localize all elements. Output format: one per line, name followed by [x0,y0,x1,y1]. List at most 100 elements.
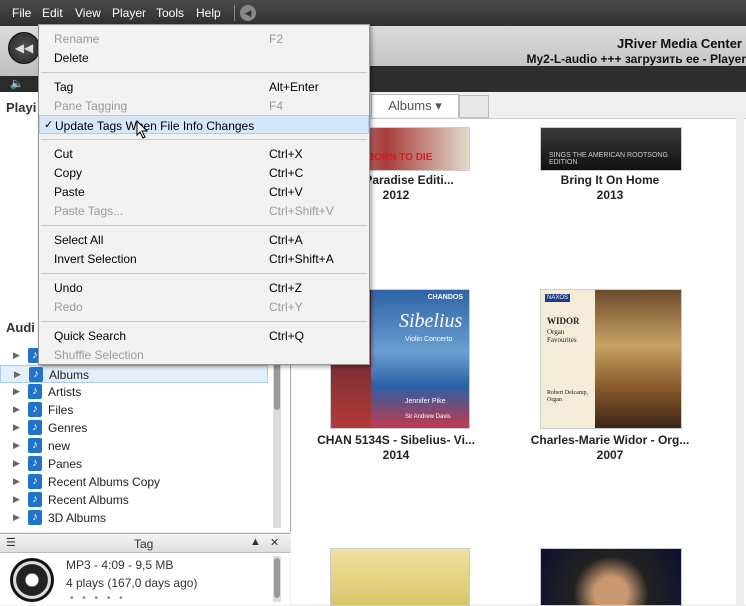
menu-item[interactable]: Pane TaggingF4 [39,96,369,115]
tag-scroll-thumb[interactable] [274,558,280,598]
menu-item[interactable]: CutCtrl+X [39,144,369,163]
menu-item[interactable]: Delete [39,48,369,67]
menu-item-shortcut: Ctrl+Z [269,281,302,295]
audio-header: Audi [6,320,35,335]
tree-item[interactable]: ▶♪Files [0,401,268,419]
menu-item-label: Delete [54,51,89,65]
tag-pane-header: ☰ Tag ▲ ✕ [0,534,290,553]
menu-view[interactable]: View [75,6,101,20]
music-note-icon: ♪ [28,384,42,399]
menu-item-label: Update Tags When File Info Changes [55,119,254,133]
album-cover[interactable] [540,548,682,606]
tree-item[interactable]: ▶ ♪ 3D Albums [0,509,268,527]
album-title[interactable]: Charles-Marie Widor - Org... [522,433,698,447]
rating-dots[interactable]: • • • • • [70,593,126,604]
tree-item[interactable]: ▶♪Recent Albums [0,491,268,509]
content-scrollbar[interactable] [736,118,744,604]
cover-brand: NAXOS [545,294,570,302]
menu-item[interactable]: UndoCtrl+Z [39,278,369,297]
tree-item[interactable]: ▶♪Panes [0,455,268,473]
menu-player[interactable]: Player [112,6,146,20]
menu-tools[interactable]: Tools [156,6,184,20]
expand-arrow-icon[interactable]: ▶ [13,422,20,433]
track-plays-info: 4 plays (167,0 days ago) [66,576,197,590]
cover-organ-image [595,290,681,428]
tree-item[interactable]: ▶♪Albums [0,365,268,383]
expand-arrow-icon[interactable]: ▶ [13,512,20,523]
track-format-info: MP3 - 4:09 - 9,5 MB [66,558,173,572]
menu-edit[interactable]: Edit [42,6,63,20]
menu-item-label: Pane Tagging [54,99,127,113]
album-title[interactable]: CHAN 5134S - Sibelius- Vi... [304,433,488,447]
tree-item-label: Recent Albums [48,493,129,507]
menu-separator [41,139,367,140]
expand-arrow-icon[interactable]: ▶ [13,440,20,451]
menu-item-label: Select All [54,233,103,247]
menu-item[interactable]: Select All Ctrl+A [39,230,369,249]
tag-pane-title: Tag [134,537,153,551]
menu-item-shortcut: Ctrl+A [269,233,303,247]
collapse-icon[interactable]: ▲ [250,536,261,548]
music-note-icon: ♪ [28,510,42,525]
menu-item-label: Cut [54,147,73,161]
menu-item[interactable]: Invert SelectionCtrl+Shift+A [39,249,369,268]
now-playing-text: My2-L-audio +++ загрузить ее - Player [527,52,746,66]
expand-arrow-icon[interactable]: ▶ [13,494,20,505]
expand-arrow-icon[interactable]: ▶ [14,369,21,380]
menu-icon[interactable]: ☰ [6,536,16,549]
menu-item-label: Shuffle Selection [54,348,144,362]
menu-item[interactable]: Redo Ctrl+Y [39,297,369,316]
tag-scrollbar[interactable] [273,556,281,602]
menu-item[interactable]: Paste Tags...Ctrl+Shift+V [39,201,369,220]
menu-item[interactable]: RenameF2 [39,29,369,48]
album-cover[interactable]: SINGS THE AMERICAN ROOTSONG EDITION [540,127,682,171]
menu-item[interactable]: CopyCtrl+C [39,163,369,182]
tree-item[interactable]: ▶♪Recent Albums Copy [0,473,268,491]
tree-item-label: 3D Albums [48,511,106,525]
menu-item[interactable]: Quick SearchCtrl+Q [39,326,369,345]
tree-item-label: Panes [48,457,82,471]
cover-conductor: Sir Andrew Davis [405,414,451,420]
expand-arrow-icon[interactable]: ▶ [13,350,20,361]
menu-item-shortcut: Alt+Enter [269,80,319,94]
menu-item[interactable]: TagAlt+Enter [39,77,369,96]
menu-item-shortcut: Ctrl+Y [269,300,303,314]
menu-help[interactable]: Help [196,6,221,20]
menu-item[interactable]: PasteCtrl+V [39,182,369,201]
menu-item-label: Redo [54,300,83,314]
menu-item[interactable]: Shuffle Selection [39,345,369,364]
tree-item[interactable]: ▶♪Genres [0,419,268,437]
album-cover[interactable] [330,548,470,606]
cover-text: Sibelius [399,310,462,333]
album-year: 2014 [304,448,488,462]
music-note-icon: ♪ [28,438,42,453]
app-title: JRiver Media Center [617,36,742,51]
rewind-button[interactable]: ◀◀ [8,32,40,64]
album-cover[interactable]: NAXOS WIDOR Organ Favourites Robert Delc… [540,289,682,429]
expand-arrow-icon[interactable]: ▶ [13,476,20,487]
menu-bar: File Edit View Player Tools Help ◀ [0,0,746,26]
menu-file[interactable]: File [12,6,31,20]
expand-arrow-icon[interactable]: ▶ [13,404,20,415]
tree-item-label: new [48,439,70,453]
expand-arrow-icon[interactable]: ▶ [13,458,20,469]
expand-arrow-icon[interactable]: ▶ [13,386,20,397]
tree-item[interactable]: ▶♪Artists [0,383,268,401]
back-icon[interactable]: ◀ [240,5,256,21]
checkmark-icon: ✓ [44,118,53,131]
menu-item-label: Invert Selection [54,252,137,266]
cover-text: SINGS THE AMERICAN ROOTSONG EDITION [549,152,681,166]
tag-pane: ☰ Tag ▲ ✕ MP3 - 4:09 - 9,5 MB 4 plays (1… [0,533,290,605]
album-title[interactable]: Bring It On Home [528,173,692,187]
tree-item[interactable]: ▶ ♪ new [0,437,268,455]
menu-separator [41,225,367,226]
edit-menu-dropdown: RenameF2 Delete TagAlt+EnterPane TaggingF4… [38,24,370,365]
menu-item-label: Copy [54,166,82,180]
tab-blank[interactable] [459,95,489,118]
tab-albums[interactable]: Albums ▾ [371,94,459,117]
volume-icon[interactable]: 🔈 [10,77,24,90]
tree-item-label: Files [48,403,73,417]
menu-item[interactable]: ✓Update Tags When File Info Changes [39,115,369,134]
cover-artist: Robert Delcamp, Organ [547,390,593,404]
close-icon[interactable]: ✕ [270,536,279,549]
